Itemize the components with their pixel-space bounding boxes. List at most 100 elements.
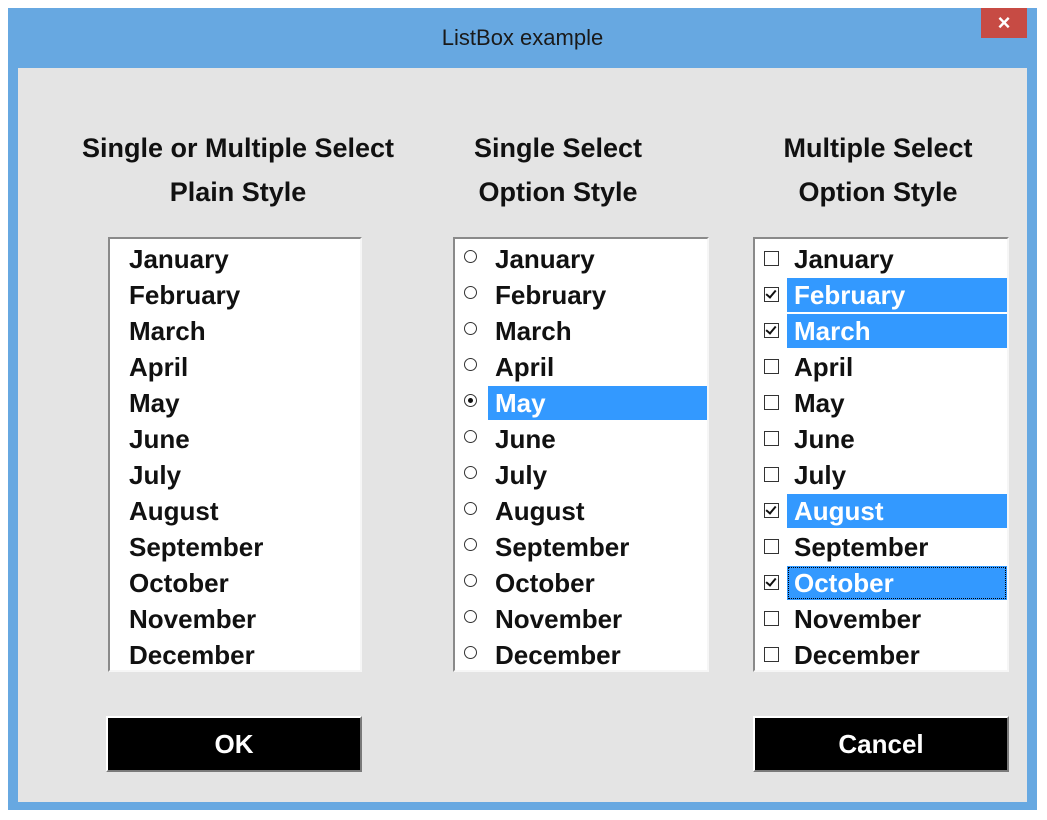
heading-line: Multiple Select xyxy=(783,133,973,163)
list-item-label: November xyxy=(129,604,257,634)
radio-icon[interactable] xyxy=(464,610,477,623)
list-item[interactable]: January xyxy=(110,241,360,277)
list-item-label: April xyxy=(794,352,854,382)
checkbox-icon[interactable] xyxy=(764,539,779,554)
list-item-label: July xyxy=(129,460,182,490)
list-item[interactable]: July xyxy=(110,457,360,493)
list-item-label: March xyxy=(495,316,572,346)
list-item-label: December xyxy=(495,640,621,670)
list-item[interactable]: December xyxy=(455,637,707,670)
list-item[interactable]: August xyxy=(755,493,1007,529)
radio-icon[interactable] xyxy=(464,322,477,335)
list-item[interactable]: October xyxy=(755,565,1007,601)
list-item[interactable]: August xyxy=(455,493,707,529)
list-item-label: January xyxy=(495,244,595,274)
checkbox-checked-icon[interactable] xyxy=(764,323,779,338)
list-item[interactable]: November xyxy=(755,601,1007,637)
list-item-label: July xyxy=(794,460,847,490)
list-item[interactable]: February xyxy=(755,277,1007,313)
list-item[interactable]: February xyxy=(110,277,360,313)
checkbox-icon[interactable] xyxy=(764,251,779,266)
list-item[interactable]: September xyxy=(110,529,360,565)
list-item[interactable]: March xyxy=(110,313,360,349)
listbox-plain[interactable]: January February March April May June July Augu… xyxy=(108,237,362,672)
dialog-window: ListBox example × Single or Multiple Sel… xyxy=(8,8,1037,810)
list-item-label: December xyxy=(794,640,920,670)
list-item-label: February xyxy=(495,280,607,310)
list-item[interactable]: November xyxy=(455,601,707,637)
list-item-label: June xyxy=(794,424,855,454)
list-item[interactable]: August xyxy=(110,493,360,529)
list-item[interactable]: April xyxy=(755,349,1007,385)
list-item-label: September xyxy=(495,532,630,562)
heading-line: Plain Style xyxy=(169,177,307,207)
list-item[interactable]: June xyxy=(110,421,360,457)
list-item-label: August xyxy=(787,494,1007,528)
list-item[interactable]: September xyxy=(455,529,707,565)
list-item-label: September xyxy=(794,532,929,562)
checkbox-checked-icon[interactable] xyxy=(764,503,779,518)
list-item-label: June xyxy=(495,424,556,454)
list-item[interactable]: December xyxy=(110,637,360,670)
checkbox-checked-icon[interactable] xyxy=(764,575,779,590)
radio-icon[interactable] xyxy=(464,430,477,443)
column-heading-single-select: Single Select Option Style xyxy=(428,126,688,214)
radio-icon[interactable] xyxy=(464,538,477,551)
heading-line: Single Select xyxy=(473,133,643,163)
checkbox-checked-icon[interactable] xyxy=(764,287,779,302)
list-item[interactable]: October xyxy=(110,565,360,601)
list-item[interactable]: December xyxy=(755,637,1007,670)
list-item-label: May xyxy=(129,388,180,418)
list-item[interactable]: April xyxy=(110,349,360,385)
list-item-label: October xyxy=(495,568,595,598)
list-item[interactable]: July xyxy=(455,457,707,493)
list-item-label: October xyxy=(787,566,1007,600)
window-title: ListBox example xyxy=(441,25,604,50)
radio-icon[interactable] xyxy=(464,646,477,659)
radio-selected-icon[interactable] xyxy=(464,394,477,407)
ok-button[interactable]: OK xyxy=(106,716,362,772)
radio-icon[interactable] xyxy=(464,358,477,371)
checkbox-icon[interactable] xyxy=(764,395,779,410)
radio-icon[interactable] xyxy=(464,250,477,263)
radio-icon[interactable] xyxy=(464,466,477,479)
checkbox-icon[interactable] xyxy=(764,647,779,662)
list-item[interactable]: May xyxy=(755,385,1007,421)
list-item[interactable]: January xyxy=(755,241,1007,277)
list-item[interactable]: January xyxy=(455,241,707,277)
listbox-multiple-select[interactable]: January February March April May June July Augu… xyxy=(753,237,1009,672)
list-item[interactable]: March xyxy=(755,313,1007,349)
checkbox-icon[interactable] xyxy=(764,359,779,374)
close-button[interactable]: × xyxy=(981,8,1027,38)
list-item-label: April xyxy=(495,352,555,382)
list-item-label: March xyxy=(129,316,206,346)
list-item[interactable]: March xyxy=(455,313,707,349)
radio-icon[interactable] xyxy=(464,574,477,587)
list-item[interactable]: September xyxy=(755,529,1007,565)
list-item-label: November xyxy=(495,604,623,634)
column-heading-multiple-select: Multiple Select Option Style xyxy=(728,126,1028,214)
list-item[interactable]: July xyxy=(755,457,1007,493)
list-item[interactable]: May xyxy=(455,385,707,421)
cancel-button[interactable]: Cancel xyxy=(753,716,1009,772)
list-item[interactable]: June xyxy=(455,421,707,457)
checkbox-icon[interactable] xyxy=(764,611,779,626)
list-item[interactable]: April xyxy=(455,349,707,385)
title-bar[interactable]: ListBox example × xyxy=(8,8,1037,68)
listbox-single-select[interactable]: January February March April May June July Augu… xyxy=(453,237,709,672)
list-item[interactable]: June xyxy=(755,421,1007,457)
list-item[interactable]: November xyxy=(110,601,360,637)
list-item[interactable]: October xyxy=(455,565,707,601)
list-item-label: February xyxy=(129,280,241,310)
list-item-label: May xyxy=(794,388,845,418)
checkbox-icon[interactable] xyxy=(764,467,779,482)
list-item[interactable]: May xyxy=(110,385,360,421)
heading-line: Option Style xyxy=(478,177,638,207)
heading-line: Option Style xyxy=(798,177,958,207)
column-heading-plain: Single or Multiple Select Plain Style xyxy=(58,126,418,214)
list-item[interactable]: February xyxy=(455,277,707,313)
checkbox-icon[interactable] xyxy=(764,431,779,446)
list-item-label: November xyxy=(794,604,922,634)
radio-icon[interactable] xyxy=(464,286,477,299)
radio-icon[interactable] xyxy=(464,502,477,515)
